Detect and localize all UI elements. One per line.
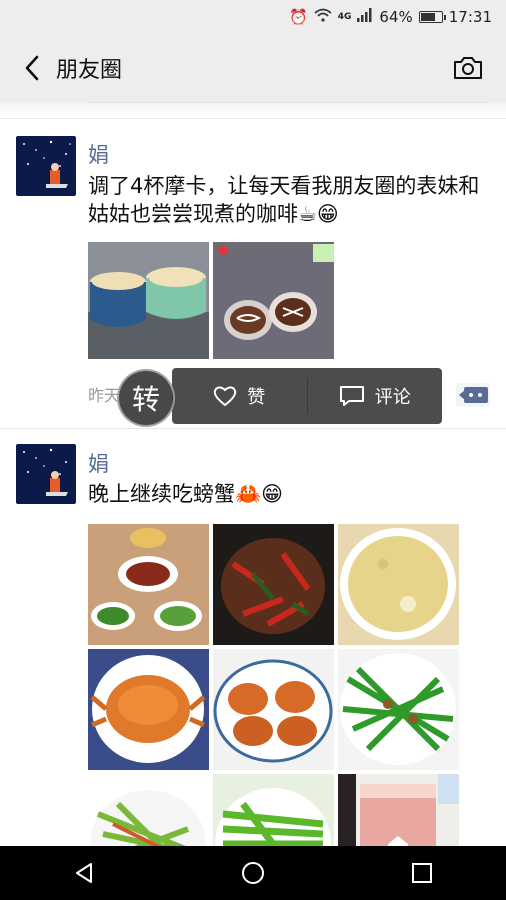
circle-home-icon — [241, 862, 264, 884]
clock: 17:31 — [448, 8, 492, 26]
system-recents-button[interactable] — [402, 853, 442, 893]
post-divider — [0, 428, 506, 429]
square-recents-icon — [411, 863, 432, 883]
photo-thumbnail[interactable] — [88, 649, 209, 770]
system-nav-bar — [0, 846, 506, 900]
comment-label: 评论 — [374, 387, 411, 408]
avatar[interactable] — [16, 136, 76, 196]
comment-icon — [339, 386, 364, 406]
battery-fill — [420, 13, 435, 21]
system-back-button[interactable] — [64, 853, 104, 893]
post-text: 晚上继续吃螃蟹🦀😁 — [88, 482, 284, 506]
photo-thumbnail[interactable] — [213, 524, 334, 645]
more-dots-icon — [456, 383, 490, 407]
page-title: 朋友圈 — [56, 58, 123, 83]
more-actions-button[interactable] — [456, 383, 490, 407]
camera-icon — [454, 57, 482, 79]
wifi-icon — [314, 8, 332, 26]
alarm-icon: ⏰ — [289, 8, 308, 26]
forward-watermark: 转 — [117, 369, 175, 427]
chevron-left-icon — [25, 55, 39, 81]
photo-thumbnail[interactable] — [338, 649, 459, 770]
like-label: 赞 — [247, 387, 266, 408]
heart-icon — [214, 386, 237, 407]
poster-name[interactable]: 娟 — [88, 139, 109, 169]
photo-thumbnail[interactable] — [88, 524, 209, 645]
photo-thumbnail[interactable] — [338, 524, 459, 645]
post-time: 昨天 — [88, 386, 121, 405]
signal-icon — [357, 8, 373, 26]
previous-post-edge — [0, 102, 506, 119]
status-bar: ⏰ 4G 64% 17:31 — [0, 0, 506, 34]
photo-thumbnail[interactable] — [88, 242, 209, 363]
network-label: 4G — [337, 12, 352, 22]
camera-button[interactable] — [452, 52, 484, 84]
like-button[interactable]: 赞 — [172, 368, 307, 424]
top-nav: 朋友圈 — [0, 34, 506, 102]
action-popup: 赞 评论 — [172, 368, 442, 424]
battery-percent: 64% — [379, 8, 413, 26]
system-home-button[interactable] — [233, 853, 273, 893]
photo-thumbnail[interactable] — [213, 649, 334, 770]
battery-icon — [418, 11, 446, 23]
avatar[interactable] — [16, 444, 76, 504]
photo-grid — [88, 242, 334, 363]
photo-thumbnail[interactable] — [213, 242, 334, 363]
triangle-back-icon — [76, 863, 93, 883]
poster-name[interactable]: 娟 — [88, 448, 109, 478]
photo-grid — [88, 524, 459, 895]
post-text: 调了4杯摩卡，让每天看我朋友圈的表妹和姑姑也尝尝现煮的咖啡☕😁 — [88, 174, 480, 226]
back-button[interactable] — [12, 48, 52, 88]
comment-button[interactable]: 评论 — [308, 368, 443, 424]
